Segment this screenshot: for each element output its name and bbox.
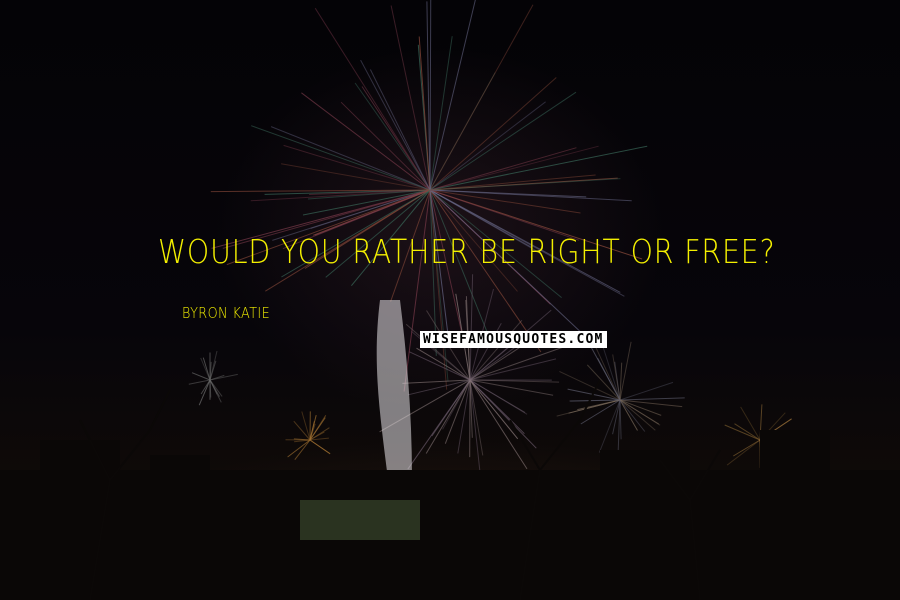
firework-spark	[200, 379, 211, 395]
firework-spark	[429, 189, 448, 390]
firework-spark	[429, 4, 534, 191]
city-silhouette	[0, 430, 900, 600]
firework-spark	[724, 424, 761, 441]
firework-spark	[619, 381, 674, 401]
firework-spark	[598, 399, 621, 453]
site-watermark: WISEFAMOUSQUOTES.COM	[420, 331, 607, 348]
firework-spark	[444, 379, 471, 444]
firework-spark	[726, 439, 761, 466]
firework-spark	[270, 126, 431, 191]
firework-spark	[559, 370, 621, 401]
firework-spark	[619, 399, 638, 431]
firework-spark	[198, 379, 211, 406]
firework-spark	[740, 406, 761, 441]
firework-spark	[209, 379, 218, 395]
firework-spark	[469, 379, 519, 440]
quote-author: Byron Katie	[182, 304, 271, 322]
firework-spark	[734, 423, 761, 441]
firework-spark	[429, 189, 632, 202]
firework-spark	[429, 101, 546, 191]
firework-spark	[580, 399, 621, 425]
firework-spark	[360, 59, 431, 191]
firework-spark	[309, 439, 331, 455]
fireworks-background	[0, 0, 900, 600]
firework-spark	[569, 399, 621, 402]
quote-text: Would you rather be right or free?	[158, 232, 776, 271]
firework-spark	[188, 379, 211, 385]
firework-spark	[429, 36, 453, 191]
quote-image: Would you rather be right or free? Byron…	[0, 0, 900, 600]
firework-spark	[301, 92, 431, 191]
firework-spark	[429, 0, 432, 191]
firework-spark	[314, 7, 431, 191]
firework-spark	[733, 439, 761, 457]
firework-spark	[619, 397, 685, 401]
firework-spark	[619, 399, 656, 431]
firework-spark	[407, 379, 471, 470]
firework-spark	[403, 189, 431, 392]
